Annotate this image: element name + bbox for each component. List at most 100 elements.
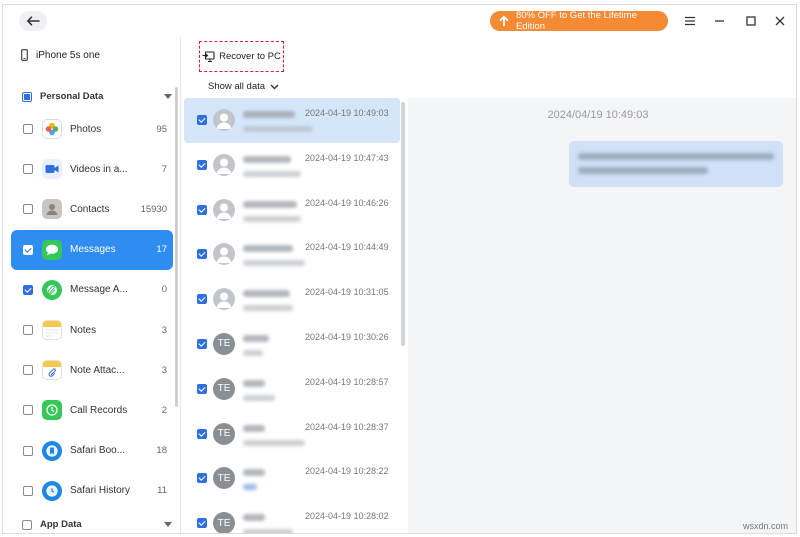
app-data-checkbox[interactable] — [22, 519, 32, 530]
item-checkbox[interactable] — [23, 325, 33, 336]
filter-label: Show all data — [208, 81, 266, 92]
call-records-icon — [42, 400, 62, 421]
item-count: 95 — [156, 123, 167, 135]
minimize-icon — [714, 20, 724, 22]
message-row[interactable]: TE 2024-04-19 10:28:02 — [184, 501, 400, 533]
sidebar-item-messages[interactable]: Messages 17 — [11, 229, 173, 270]
blurred-contact-name — [243, 290, 290, 298]
message-detail-pane: 2024/04/19 10:49:03 — [408, 98, 796, 533]
filter-dropdown[interactable]: Show all data — [208, 81, 279, 92]
sidebar-item-contacts[interactable]: Contacts 15930 — [11, 189, 173, 229]
sidebar-item-safari-bookmarks[interactable]: Safari Boo... 18 — [11, 431, 173, 471]
item-count: 3 — [161, 364, 167, 376]
item-count: 3 — [161, 324, 167, 336]
contact-avatar: TE — [213, 377, 235, 400]
recover-to-pc-button[interactable]: Recover to PC — [199, 41, 284, 72]
item-checkbox[interactable] — [23, 244, 33, 255]
sidebar-item-message-attachments[interactable]: Message A... 0 — [11, 270, 173, 310]
photos-icon — [42, 119, 62, 140]
item-label: Note Attac... — [70, 364, 125, 376]
message-time: 2024-04-19 10:31:05 — [305, 287, 389, 298]
blurred-message-preview — [243, 215, 301, 222]
message-checkbox[interactable] — [197, 383, 207, 394]
maximize-button[interactable] — [743, 13, 759, 29]
section-personal-data[interactable]: Personal Data — [22, 91, 174, 102]
message-row[interactable]: TE 2024-04-19 10:28:57 — [184, 367, 400, 412]
contact-avatar: TE — [213, 467, 235, 490]
message-attachments-icon — [42, 279, 62, 300]
contact-avatar — [213, 243, 235, 266]
menu-button[interactable] — [682, 13, 698, 29]
sidebar-scrollbar[interactable] — [175, 87, 178, 407]
personal-data-checkbox[interactable] — [22, 91, 32, 102]
contact-avatar: TE — [213, 512, 235, 533]
message-row[interactable]: TE 2024-04-19 10:28:22 — [184, 456, 400, 501]
section-label: Personal Data — [40, 91, 104, 102]
item-label: Call Records — [70, 404, 128, 416]
blurred-message-preview — [243, 394, 275, 401]
item-checkbox[interactable] — [23, 445, 33, 456]
message-checkbox[interactable] — [197, 338, 207, 349]
message-checkbox[interactable] — [197, 473, 207, 484]
sidebar-item-photos[interactable]: Photos 95 — [11, 109, 173, 149]
blurred-contact-name — [243, 424, 265, 432]
minimize-button[interactable] — [711, 13, 727, 29]
sidebar-item-call-records[interactable]: Call Records 2 — [11, 390, 173, 430]
upgrade-arrow-icon — [499, 15, 509, 27]
item-checkbox[interactable] — [23, 124, 33, 135]
blurred-contact-name — [243, 155, 291, 163]
item-checkbox[interactable] — [23, 204, 33, 215]
collapse-caret-icon[interactable] — [164, 94, 172, 99]
sidebar: iPhone 5s one Personal Data Photos 95 Vi… — [3, 37, 178, 533]
section-app-data[interactable]: App Data — [22, 519, 174, 530]
sidebar-item-safari-history[interactable]: Safari History 11 — [11, 471, 173, 511]
message-row[interactable]: 2024-04-19 10:46:26 — [184, 188, 400, 233]
item-checkbox[interactable] — [23, 284, 33, 295]
message-row[interactable]: 2024-04-19 10:31:05 — [184, 277, 400, 322]
close-button[interactable] — [772, 13, 788, 29]
message-row[interactable]: 2024-04-19 10:44:49 — [184, 232, 400, 277]
item-count: 7 — [161, 163, 167, 175]
message-list-scrollbar[interactable] — [401, 102, 405, 346]
message-checkbox[interactable] — [197, 428, 207, 439]
message-checkbox[interactable] — [197, 294, 207, 305]
item-checkbox[interactable] — [23, 485, 33, 496]
collapse-caret-icon[interactable] — [164, 522, 172, 527]
item-label: Contacts — [70, 203, 110, 215]
person-icon — [216, 113, 232, 129]
notes-icon — [42, 320, 62, 341]
sidebar-item-videos[interactable]: Videos in a... 7 — [11, 149, 173, 189]
section-label: App Data — [40, 519, 82, 530]
safari-history-icon — [42, 480, 62, 501]
blurred-message-preview — [243, 260, 305, 267]
recover-label: Recover to PC — [219, 51, 281, 62]
sidebar-item-note-attachments[interactable]: Note Attac... 3 — [11, 350, 173, 390]
message-checkbox[interactable] — [197, 204, 207, 215]
item-label: Safari Boo... — [70, 445, 126, 457]
message-row[interactable]: TE 2024-04-19 10:28:37 — [184, 412, 400, 457]
category-list: Photos 95 Videos in a... 7 Contacts 1593… — [11, 109, 173, 511]
sidebar-item-notes[interactable]: Notes 3 — [11, 310, 173, 350]
device-selector[interactable]: iPhone 5s one — [21, 49, 100, 61]
title-bar: 80% OFF to Get the Lifetime Edition — [3, 5, 796, 37]
message-checkbox[interactable] — [197, 249, 207, 260]
promo-button[interactable]: 80% OFF to Get the Lifetime Edition — [490, 10, 668, 32]
message-row[interactable]: TE 2024-04-19 10:30:26 — [184, 322, 400, 367]
message-checkbox[interactable] — [197, 518, 207, 529]
blurred-contact-name — [243, 245, 293, 253]
back-button[interactable] — [19, 11, 47, 31]
message-checkbox[interactable] — [197, 159, 207, 170]
message-checkbox[interactable] — [197, 115, 207, 125]
message-row[interactable]: 2024-04-19 10:49:03 — [184, 98, 400, 143]
item-label: Notes — [70, 324, 97, 336]
back-arrow-icon — [27, 16, 40, 26]
item-checkbox[interactable] — [23, 405, 33, 416]
contact-avatar — [213, 288, 235, 311]
message-list: 2024-04-19 10:49:03 2024-04-19 10:47:43 20… — [184, 98, 400, 533]
item-label: Message A... — [70, 284, 128, 296]
contact-avatar — [213, 153, 235, 176]
item-checkbox[interactable] — [23, 164, 33, 175]
item-checkbox[interactable] — [23, 365, 33, 376]
item-count: 18 — [156, 445, 167, 457]
message-row[interactable]: 2024-04-19 10:47:43 — [184, 143, 400, 188]
